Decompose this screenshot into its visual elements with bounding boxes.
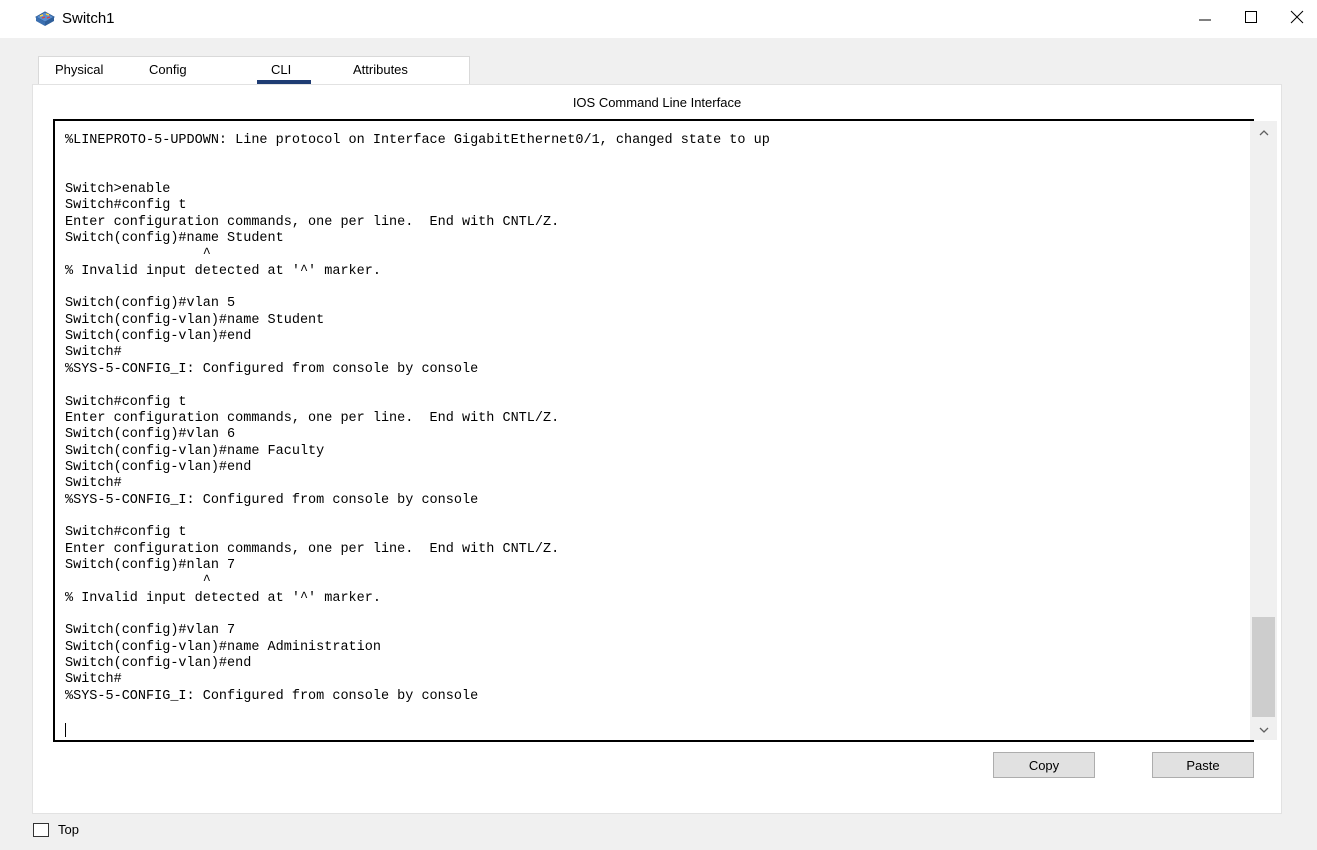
text-cursor <box>65 723 66 737</box>
paste-button[interactable]: Paste <box>1152 752 1254 778</box>
scroll-up-button[interactable] <box>1250 121 1277 143</box>
terminal-line: Switch# <box>65 476 122 492</box>
terminal-line: ^ <box>65 574 211 590</box>
window-title: Switch1 <box>62 10 115 27</box>
terminal-line: Switch(config)#vlan 5 <box>65 296 236 312</box>
terminal-line: Switch(config-vlan)#end <box>65 656 252 671</box>
terminal-line: %SYS-5-CONFIG_I: Configured from console… <box>65 688 479 704</box>
tab-physical[interactable]: Physical <box>55 62 103 77</box>
terminal-line: Switch(config-vlan)#end <box>65 459 252 475</box>
terminal-scrollbar[interactable] <box>1250 121 1277 740</box>
tab-strip: Physical Config CLI Attributes <box>38 56 470 85</box>
terminal-line: Switch# <box>65 345 122 361</box>
terminal-line: Switch(config-vlan)#name Administration <box>65 639 381 655</box>
tab-cli[interactable]: CLI <box>271 62 291 77</box>
close-button[interactable] <box>1274 0 1317 38</box>
terminal-line: %SYS-5-CONFIG_I: Configured from console… <box>65 492 479 508</box>
copy-button[interactable]: Copy <box>993 752 1095 778</box>
terminal-line: Switch#config t <box>65 525 187 541</box>
terminal-line: Switch#config t <box>65 394 187 410</box>
terminal-line: %SYS-5-CONFIG_I: Configured from console… <box>65 361 479 377</box>
minimize-icon <box>1198 10 1212 29</box>
terminal-line: Switch(config)#vlan 6 <box>65 427 236 443</box>
switch-device-icon <box>34 10 56 28</box>
terminal-line: % Invalid input detected at '^' marker. <box>65 263 381 279</box>
terminal-output: %LINEPROTO-5-UPDOWN: Line protocol on In… <box>65 133 1215 705</box>
terminal-line: Switch>enable <box>65 182 171 198</box>
terminal-line: Switch(config)#nlan 7 <box>65 557 236 573</box>
terminal-line: ^ <box>65 247 211 263</box>
terminal-line: Switch# <box>65 672 122 688</box>
scroll-down-button[interactable] <box>1250 718 1277 740</box>
terminal-line: Enter configuration commands, one per li… <box>65 410 560 426</box>
terminal-line: Switch(config-vlan)#name Student <box>65 312 325 328</box>
terminal-line: Switch(config-vlan)#name Faculty <box>65 443 325 459</box>
terminal-line: Switch#config t <box>65 198 187 214</box>
terminal-line: Switch(config)#name Student <box>65 231 284 247</box>
terminal-line: Enter configuration commands, one per li… <box>65 214 560 230</box>
maximize-button[interactable] <box>1228 0 1274 38</box>
top-checkbox-label: Top <box>58 822 79 837</box>
terminal-line: Switch(config)#vlan 7 <box>65 623 236 639</box>
close-icon <box>1290 10 1304 29</box>
terminal-line: %LINEPROTO-5-UPDOWN: Line protocol on In… <box>65 133 770 148</box>
terminal-line: Switch(config-vlan)#end <box>65 329 252 345</box>
scroll-thumb[interactable] <box>1252 617 1275 717</box>
top-checkbox[interactable] <box>33 823 49 837</box>
terminal-line: Enter configuration commands, one per li… <box>65 541 560 557</box>
chevron-up-icon <box>1259 123 1269 141</box>
title-bar[interactable]: Switch1 <box>0 0 1317 38</box>
chevron-down-icon <box>1259 720 1269 738</box>
minimize-button[interactable] <box>1182 0 1228 38</box>
maximize-icon <box>1244 10 1258 29</box>
terminal-line: % Invalid input detected at '^' marker. <box>65 590 381 606</box>
tab-attributes[interactable]: Attributes <box>353 62 408 77</box>
switch-window: Switch1 Physical Config CLI Attributes I… <box>0 0 1317 850</box>
cli-terminal[interactable]: %LINEPROTO-5-UPDOWN: Line protocol on In… <box>53 119 1254 742</box>
panel-title: IOS Command Line Interface <box>572 95 742 110</box>
tab-config[interactable]: Config <box>149 62 187 77</box>
